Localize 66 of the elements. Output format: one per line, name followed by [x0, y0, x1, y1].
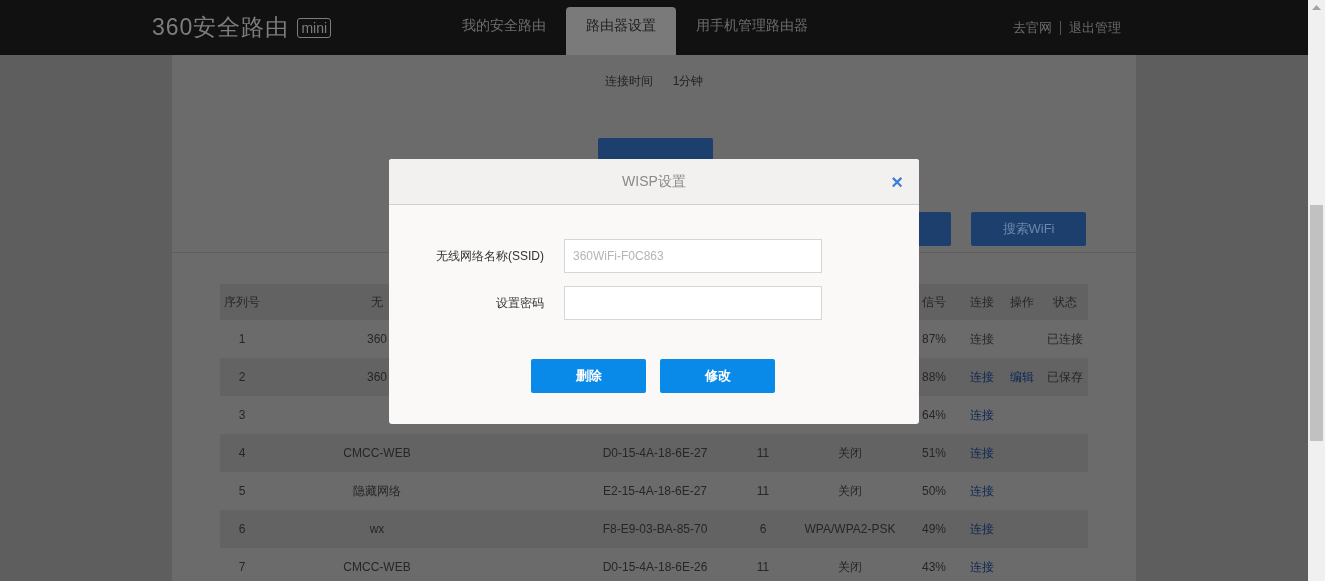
ssid-cell: CMCC-WEB	[343, 446, 411, 460]
ssid-cell: wx	[369, 522, 385, 536]
signal-cell: 49%	[922, 522, 946, 536]
delete-button[interactable]: 删除	[531, 359, 646, 393]
close-button[interactable]: ×	[891, 173, 903, 191]
index-cell: 5	[238, 484, 246, 498]
column-header: 连接	[970, 295, 994, 309]
channel-cell: 11	[756, 484, 770, 498]
ssid-cell: 360	[367, 332, 387, 346]
nav-tab[interactable]: 用手机管理路由器	[676, 7, 828, 55]
encryption-cell: 关闭	[838, 560, 862, 574]
edit-link[interactable]: 编辑	[1010, 370, 1034, 384]
mac-cell: F8-E9-03-BA-85-70	[602, 522, 708, 536]
ssid-cell: 隐藏网络	[353, 484, 401, 498]
connect-link[interactable]: 连接	[970, 370, 994, 384]
status-cell: 已连接	[1047, 332, 1083, 346]
index-cell: 7	[238, 560, 246, 574]
connect-link[interactable]: 连接	[970, 484, 994, 498]
mac-cell: D0-15-4A-18-6E-26	[602, 560, 708, 574]
signal-cell: 50%	[922, 484, 946, 498]
connect-link[interactable]: 连接	[970, 446, 994, 460]
connect-link[interactable]: 连接	[970, 560, 994, 574]
dialog-title: WISP设置	[622, 172, 686, 191]
connect-link: 连接	[970, 332, 994, 346]
ssid-field[interactable]: 360WiFi-F0C863	[564, 239, 822, 273]
column-header: 操作	[1010, 295, 1034, 309]
mac-cell: E2-15-4A-18-6E-27	[602, 484, 708, 498]
encryption-cell: WPA/WPA2-PSK	[804, 522, 896, 536]
ssid-cell: 360	[367, 370, 387, 384]
signal-cell: 43%	[922, 560, 946, 574]
connect-link[interactable]: 连接	[970, 408, 994, 422]
encryption-cell: 关闭	[838, 484, 862, 498]
scroll-thumb[interactable]	[1310, 205, 1323, 441]
mac-cell: D0-15-4A-18-6E-27	[602, 446, 708, 460]
nav-tab[interactable]: 我的安全路由	[442, 7, 566, 55]
search-wifi-button[interactable]: 搜索WiFi	[971, 212, 1086, 246]
signal-cell: 64%	[922, 408, 946, 422]
connection-time-value: 1分钟	[672, 73, 704, 90]
channel-cell: 6	[759, 522, 767, 536]
connect-link[interactable]: 连接	[970, 522, 994, 536]
website-link[interactable]: 去官网	[1013, 17, 1052, 38]
index-cell: 2	[238, 370, 246, 384]
logo-badge: mini	[297, 17, 332, 38]
field-label: 设置密码	[496, 296, 544, 310]
field-label: 无线网络名称(SSID)	[436, 249, 544, 263]
nav-tab[interactable]: 路由器设置	[566, 7, 676, 55]
column-header: 状态	[1053, 295, 1077, 309]
logo: 360安全路由	[152, 13, 290, 43]
connection-time-label: 连接时间	[604, 73, 653, 90]
modify-button[interactable]: 修改	[660, 359, 775, 393]
index-cell: 4	[238, 446, 246, 460]
password-field[interactable]	[564, 286, 822, 320]
index-cell: 1	[238, 332, 246, 346]
encryption-cell: 关闭	[838, 446, 862, 460]
scrollbar[interactable]	[1308, 0, 1325, 581]
index-cell: 6	[238, 522, 246, 536]
signal-cell: 88%	[922, 370, 946, 384]
channel-cell: 11	[756, 560, 770, 574]
logout-link[interactable]: 退出管理	[1069, 17, 1121, 38]
signal-cell: 87%	[922, 332, 946, 346]
signal-cell: 51%	[922, 446, 946, 460]
column-header: 无	[371, 295, 383, 309]
channel-cell: 11	[756, 446, 770, 460]
scroll-up-icon[interactable]	[1312, 5, 1321, 10]
ssid-cell: CMCC-WEB	[343, 560, 411, 574]
index-cell: 3	[238, 408, 246, 422]
